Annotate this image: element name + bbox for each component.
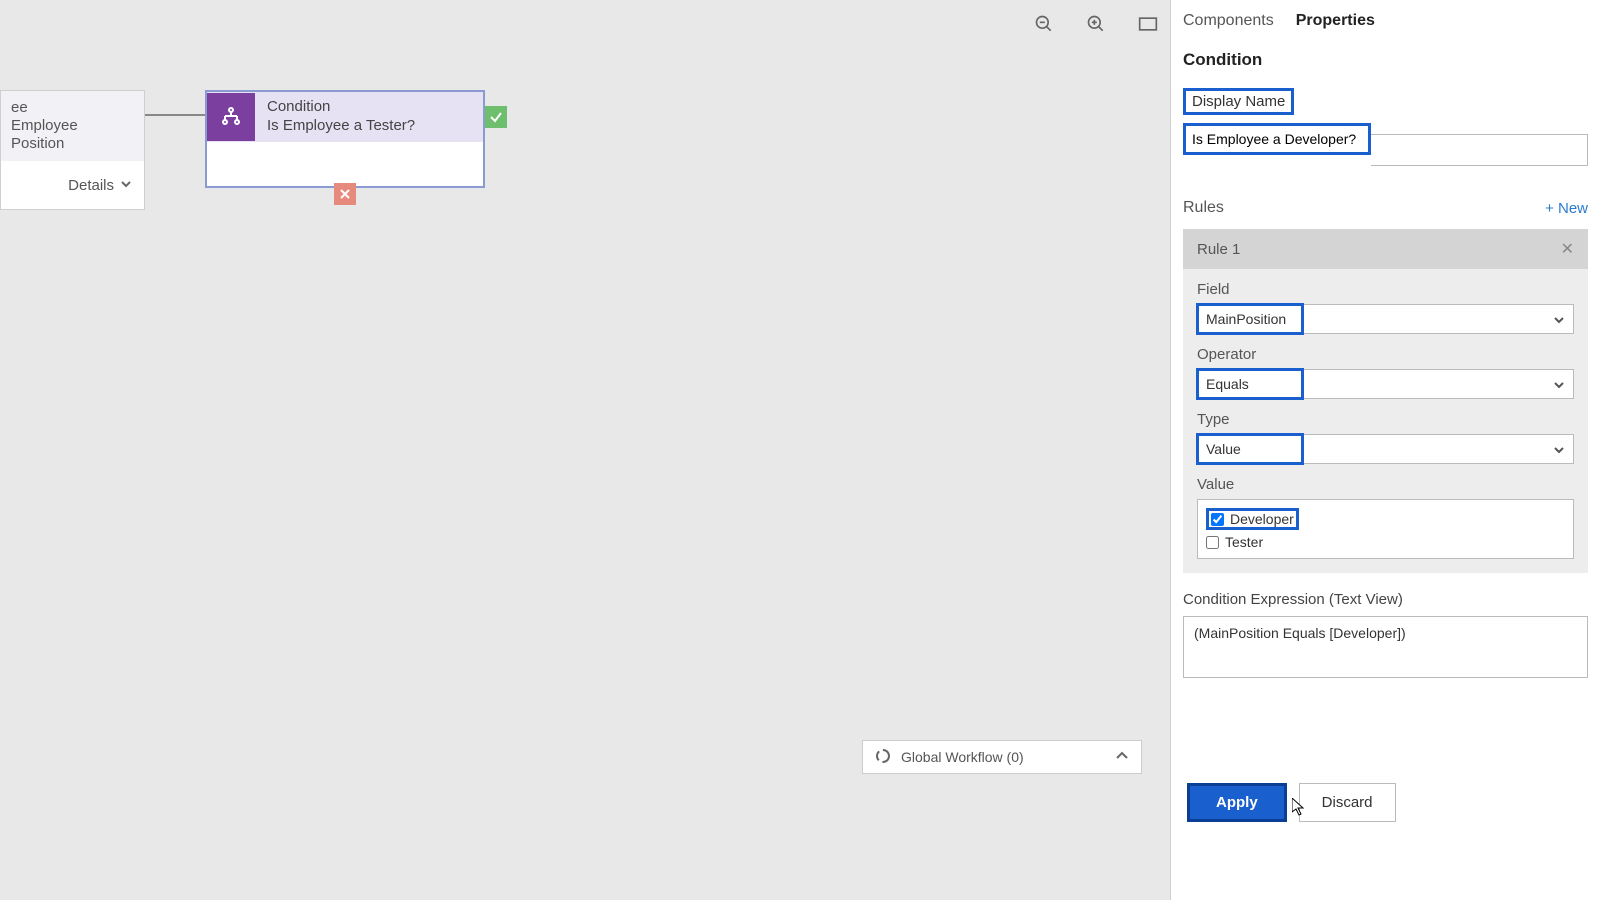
mouse-cursor-icon [1292, 798, 1306, 816]
rule-card: Rule 1 ✕ Field MainPosition Operator Equ… [1183, 229, 1588, 573]
global-workflow-bar[interactable]: Global Workflow (0) [862, 740, 1142, 774]
option-label: Developer [1230, 511, 1294, 527]
value-options: Developer Tester [1197, 499, 1574, 559]
chevron-down-icon [1553, 443, 1565, 459]
section-title: Condition [1183, 50, 1588, 70]
rule-title: Rule 1 [1197, 241, 1240, 258]
node-line1: ee [11, 99, 134, 117]
operator-label: Operator [1197, 346, 1574, 363]
option-label: Tester [1225, 534, 1263, 550]
rules-label: Rules [1183, 199, 1224, 217]
display-name-input[interactable] [1186, 126, 1368, 152]
node-body: Details [1, 161, 144, 209]
type-select[interactable]: Value [1197, 434, 1574, 464]
display-name-label: Display Name [1183, 88, 1294, 115]
node-title: Is Employee a Tester? [267, 117, 415, 136]
condition-body [207, 142, 483, 186]
spinner-icon [875, 748, 891, 767]
field-label: Field [1197, 281, 1574, 298]
type-label: Type [1197, 411, 1574, 428]
chevron-down-icon [1553, 378, 1565, 394]
node-employee-position[interactable]: ee Employee Position Details [0, 90, 145, 210]
condition-icon [207, 93, 255, 141]
chevron-down-icon [1553, 313, 1565, 329]
value-option-tester[interactable]: Tester [1206, 534, 1565, 550]
panel-tabs: Components Properties [1183, 10, 1588, 32]
discard-button[interactable]: Discard [1299, 783, 1396, 822]
node-line2: Employee Position [11, 117, 134, 153]
apply-button[interactable]: Apply [1187, 783, 1287, 822]
display-name-highlight [1183, 123, 1371, 155]
field-select[interactable]: MainPosition [1197, 304, 1574, 334]
close-rule-icon[interactable]: ✕ [1561, 239, 1574, 259]
false-branch-icon[interactable] [334, 183, 356, 205]
node-type-label: Condition [267, 98, 415, 117]
node-condition[interactable]: Condition Is Employee a Tester? [205, 90, 485, 188]
workflow-canvas[interactable]: ee Employee Position Details Condition [0, 0, 1170, 900]
checkbox-tester[interactable] [1206, 536, 1219, 549]
tab-components[interactable]: Components [1183, 10, 1274, 32]
new-rule-button[interactable]: + New [1545, 200, 1588, 217]
true-branch-icon[interactable] [485, 106, 507, 128]
operator-value: Equals [1206, 376, 1249, 392]
field-value: MainPosition [1206, 311, 1286, 327]
chevron-up-icon[interactable] [1115, 749, 1129, 766]
expression-box: (MainPosition Equals [Developer]) [1183, 616, 1588, 678]
value-option-developer[interactable]: Developer [1206, 508, 1299, 530]
value-label: Value [1197, 476, 1574, 493]
connector-line [145, 114, 205, 116]
expression-value: (MainPosition Equals [Developer]) [1194, 625, 1406, 641]
node-header: ee Employee Position [1, 91, 144, 161]
type-value: Value [1206, 441, 1241, 457]
operator-select[interactable]: Equals [1197, 369, 1574, 399]
global-workflow-label: Global Workflow (0) [901, 749, 1115, 765]
properties-panel: Components Properties Condition Display … [1170, 0, 1600, 900]
tab-properties[interactable]: Properties [1296, 10, 1375, 32]
chevron-down-icon[interactable] [120, 177, 132, 194]
expression-label: Condition Expression (Text View) [1183, 591, 1588, 608]
details-label[interactable]: Details [68, 177, 114, 194]
checkbox-developer[interactable] [1211, 513, 1224, 526]
